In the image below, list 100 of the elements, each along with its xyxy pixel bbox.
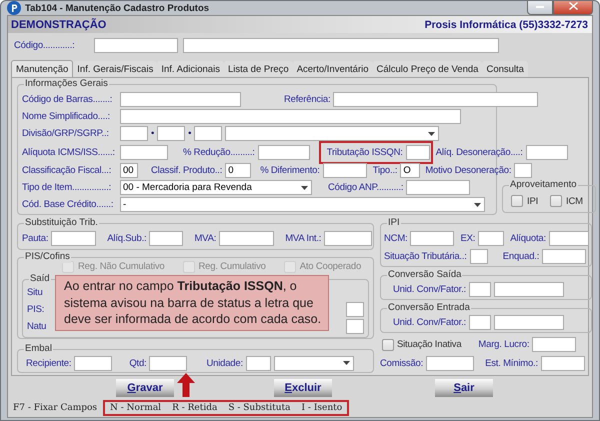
field-label: Situ <box>27 287 43 298</box>
input-field[interactable] <box>470 248 488 264</box>
contact-info: Prosis Informática (55)3332-7273 <box>424 18 588 30</box>
input-field[interactable] <box>120 92 241 107</box>
group-title: PIS/Cofins <box>24 251 71 263</box>
input-field[interactable] <box>149 230 184 246</box>
field-label: Tipo de Item...............: <box>22 182 112 193</box>
window-title: Tab104 - Manutenção Cadastro Produtos <box>25 2 210 14</box>
field-label: Est. Mínimo.: <box>485 358 538 368</box>
field-label: Tributação ISSQN: <box>326 146 403 158</box>
field-label: Pauta: <box>22 232 48 244</box>
action-button[interactable]: Gravar <box>116 379 174 397</box>
field-label: Natu <box>27 321 46 332</box>
input-field[interactable] <box>406 144 430 160</box>
dropdown[interactable]: 00 - Mercadoria para Revenda <box>120 180 312 195</box>
input-field[interactable] <box>94 38 178 52</box>
input-field[interactable] <box>542 248 586 264</box>
close-icon <box>568 2 578 10</box>
input-field[interactable] <box>426 356 474 370</box>
group-title: Informações Gerais <box>24 78 109 90</box>
field-label: Motivo Desoneração: <box>425 165 512 176</box>
company-name: DEMONSTRAÇÃO <box>11 18 106 30</box>
input-field[interactable] <box>322 163 367 178</box>
tab[interactable]: Manutenção <box>11 60 74 78</box>
input-field[interactable] <box>333 92 538 107</box>
input-field[interactable] <box>526 144 568 160</box>
tab[interactable]: Inf. Adicionais <box>157 61 224 77</box>
input-field[interactable] <box>468 315 491 330</box>
input-field[interactable] <box>478 230 504 246</box>
field-label: Alíquota: <box>510 232 546 244</box>
dropdown[interactable] <box>225 126 440 141</box>
app-logo-icon <box>7 1 21 15</box>
tab[interactable]: Lista de Preço <box>224 61 293 77</box>
minimize-button[interactable] <box>527 1 553 14</box>
input-field[interactable] <box>219 230 274 246</box>
tab[interactable]: Acerto/Inventário <box>292 61 373 77</box>
field-label: Unid. Conv/Fator.: <box>393 284 466 295</box>
input-field[interactable]: 0 <box>225 163 252 178</box>
field-label: Código............: <box>14 40 76 50</box>
field-label: Recipiente: <box>26 358 72 368</box>
input-field[interactable] <box>246 356 271 370</box>
status-text: F7 - Fixar Campos <box>12 402 98 412</box>
input-field[interactable] <box>494 282 564 297</box>
separator-dot: • <box>188 128 192 139</box>
status-hint: S - Substituta <box>227 402 292 412</box>
dropdown[interactable] <box>274 356 354 370</box>
input-field[interactable] <box>406 180 470 195</box>
input-field[interactable]: O <box>400 163 420 178</box>
input-field[interactable] <box>149 356 188 370</box>
input-field[interactable] <box>468 282 491 297</box>
input-field[interactable] <box>410 230 454 246</box>
checkbox[interactable] <box>511 195 523 207</box>
checkbox[interactable] <box>382 338 394 350</box>
field-label: MVA: <box>194 232 216 244</box>
input-field[interactable] <box>51 230 96 246</box>
input-field[interactable] <box>548 230 589 246</box>
caret-icon <box>474 202 481 206</box>
input-field[interactable] <box>183 38 499 52</box>
input-field[interactable] <box>194 126 222 141</box>
input-field[interactable] <box>324 230 372 246</box>
status-hint: I - Isento <box>300 402 344 412</box>
input-field[interactable] <box>514 163 532 178</box>
field-label: PIS: <box>27 304 44 315</box>
callout-note: Ao entrar no campo Tributação ISSQN, o sistema avisou na barra de status a letra que deve ser informada de acordo com cada caso. <box>55 275 329 330</box>
field-label: Situação Tributária..: <box>384 250 467 262</box>
checkbox-label: IPI <box>527 196 538 206</box>
input-field[interactable] <box>494 315 564 330</box>
input-field[interactable] <box>258 144 310 160</box>
arrow-icon <box>177 373 195 397</box>
input-field[interactable] <box>540 356 585 370</box>
close-button[interactable] <box>553 1 593 14</box>
input-field[interactable] <box>74 356 112 370</box>
field-label: Alíquota ICMS/ISS......: <box>22 146 116 158</box>
input-field[interactable] <box>120 126 148 141</box>
checkbox[interactable] <box>550 195 562 207</box>
field-label: Alíq. Desoneração....: <box>436 146 523 158</box>
tab[interactable]: Consulta <box>482 61 528 77</box>
checkbox-label: Situação Inativa <box>397 339 462 350</box>
checkbox-label: Reg. Cumulativo <box>198 261 266 272</box>
tab[interactable]: Inf. Gerais/Fiscais <box>73 61 158 77</box>
input-field[interactable] <box>120 109 461 124</box>
field-label: Referência: <box>284 94 330 105</box>
action-button[interactable]: Sair <box>435 379 493 397</box>
input-field[interactable] <box>532 337 576 352</box>
field-label: % Diferimento: <box>260 165 320 176</box>
tab[interactable]: Cálculo Preço de Venda <box>372 61 482 77</box>
input-field[interactable] <box>346 319 364 334</box>
field-label: Código ANP..........: <box>328 182 404 193</box>
field-label: Unidade: <box>206 358 243 368</box>
input-field[interactable] <box>346 302 364 317</box>
field-label: NCM: <box>384 232 408 244</box>
input-field[interactable] <box>120 144 168 160</box>
field-label: Unid. Conv/Fator.: <box>393 317 466 328</box>
input-field[interactable]: 00 <box>120 163 138 178</box>
input-field[interactable] <box>157 126 186 141</box>
field-label: EX: <box>460 232 476 244</box>
action-button[interactable]: Excluir <box>274 379 332 397</box>
dropdown[interactable]: - <box>120 197 485 212</box>
field-label: Divisão/GRP/SGRP..: <box>22 128 110 139</box>
field-label: Comissão: <box>380 358 424 368</box>
